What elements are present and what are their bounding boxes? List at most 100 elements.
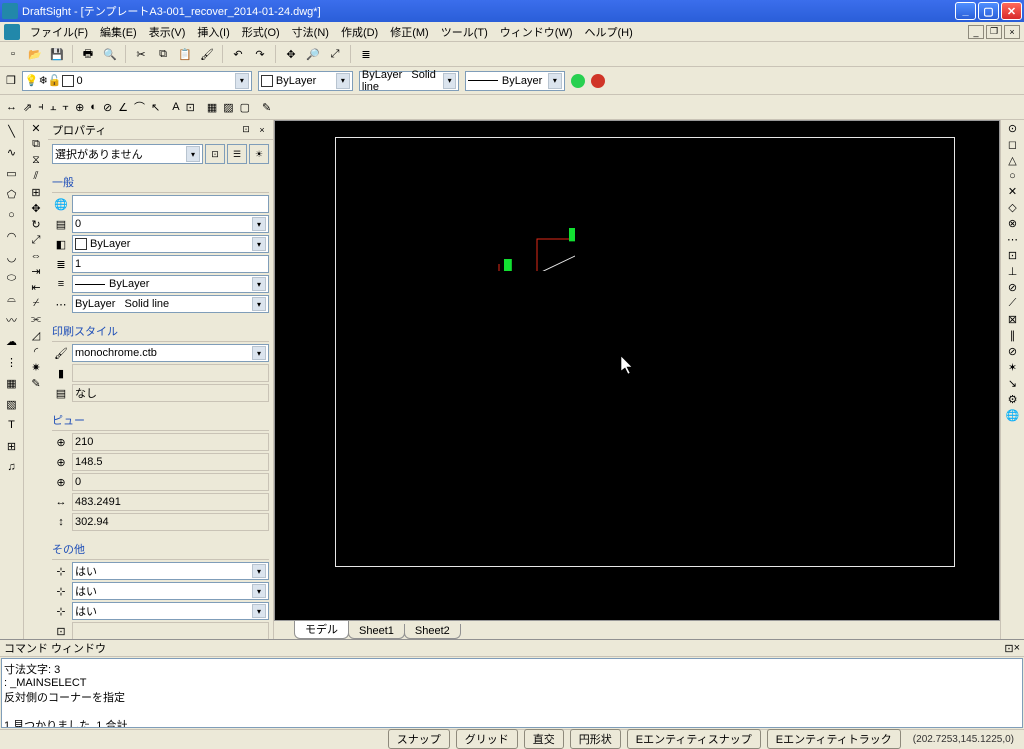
circle-button[interactable]: ○ — [3, 206, 21, 224]
none-button[interactable]: ⊘ — [1008, 345, 1017, 358]
snap-toggle[interactable]: スナップ — [388, 729, 450, 749]
text-tool-button[interactable]: T — [3, 416, 21, 434]
drawing-canvas[interactable]: Y X █ █ █ — [275, 121, 999, 620]
quickselect-button[interactable]: ⊡ — [205, 144, 225, 164]
from-button[interactable]: ↘ — [1008, 377, 1017, 390]
preview-button[interactable]: 🔍 — [101, 45, 119, 63]
zoom-fit-button[interactable]: ⤢ — [326, 45, 344, 63]
menu-help[interactable]: ヘルプ(H) — [579, 24, 639, 40]
chamfer-button[interactable]: ◿ — [32, 329, 40, 342]
polygon-button[interactable]: ⬠ — [3, 185, 21, 203]
dim-baseline-button[interactable]: ⫞ — [38, 101, 44, 114]
table-button[interactable]: ⊞ — [3, 437, 21, 455]
menu-file[interactable]: ファイル(F) — [24, 24, 94, 40]
chevron-down-icon[interactable]: ▾ — [235, 73, 249, 89]
cmdwin-pin-button[interactable]: ⊡ — [1004, 642, 1013, 655]
center2-button[interactable]: ○ — [1009, 170, 1016, 182]
block-button[interactable]: ▦ — [207, 101, 217, 114]
paste-button[interactable]: 📋 — [176, 45, 194, 63]
near-button[interactable]: ⟋ — [1009, 297, 1017, 310]
open-button[interactable]: 📂 — [26, 45, 44, 63]
edit-button[interactable]: ✎ — [31, 377, 40, 390]
track-button[interactable]: ✶ — [1008, 361, 1017, 374]
stretch-button[interactable]: ⇔ — [31, 250, 42, 262]
menu-insert[interactable]: 挿入(I) — [191, 24, 235, 40]
panel-close-button[interactable]: × — [255, 123, 269, 137]
quad-button[interactable]: ◇ — [1008, 201, 1016, 214]
mid-button[interactable]: △ — [1008, 154, 1016, 167]
menu-format[interactable]: 形式(O) — [236, 24, 286, 40]
mdi-minimize-button[interactable]: _ — [968, 25, 984, 39]
dim-linear-button[interactable]: ↔ — [6, 101, 17, 113]
explode-button[interactable]: ✷ — [31, 361, 40, 374]
dim-continue-button[interactable]: ⫠ — [50, 101, 57, 114]
other1-field[interactable]: はい▾ — [72, 562, 269, 580]
cmdwin-close-button[interactable]: × — [1014, 642, 1020, 654]
command-history[interactable]: 寸法文字: 3 : _MAINSELECT 反対側のコーナーを指定 1 見つかり… — [1, 658, 1023, 728]
move-button[interactable]: ✥ — [31, 202, 40, 215]
dim-angular-button[interactable]: ∠ — [118, 101, 128, 114]
menu-dimension[interactable]: 寸法(N) — [286, 24, 335, 40]
color-combo[interactable]: ByLayer ▾ — [258, 71, 353, 91]
chevron-down-icon[interactable]: ▾ — [186, 146, 200, 162]
perp-button[interactable]: ⊥ — [1008, 265, 1018, 278]
copy-button[interactable]: ⧉ — [154, 45, 172, 63]
rectangle-button[interactable]: ▭ — [3, 164, 21, 182]
layer-manager-button[interactable]: ❒ — [6, 74, 16, 87]
menu-view[interactable]: 表示(V) — [143, 24, 192, 40]
ellipse-button[interactable]: ⬭ — [3, 269, 21, 287]
extend-button[interactable]: ⇤ — [31, 281, 40, 294]
hyperlink-field[interactable] — [72, 195, 269, 213]
hatch-fill-button[interactable]: ▦ — [3, 374, 21, 392]
wipeout-button[interactable]: ▢ — [240, 101, 250, 114]
panel-pin-button[interactable]: ⊡ — [239, 123, 253, 137]
print-button[interactable]: 🖶 — [79, 45, 97, 63]
text-button[interactable]: A — [172, 101, 179, 113]
printstyle-field[interactable]: monochrome.ctb▾ — [72, 344, 269, 362]
point-button[interactable]: ⋮ — [3, 353, 21, 371]
trim-button[interactable]: ⇥ — [31, 265, 40, 278]
arc3pt-button[interactable]: ◡ — [3, 248, 21, 266]
highlight-button[interactable]: ✎ — [262, 101, 271, 114]
ellipsearc-button[interactable]: ⌓ — [3, 290, 21, 308]
rotate-button[interactable]: ↻ — [31, 218, 40, 231]
zoom-button[interactable]: 🔎 — [304, 45, 322, 63]
color-field[interactable]: ByLayer▾ — [72, 235, 269, 253]
note-button[interactable]: ♫ — [3, 458, 21, 476]
window-minimize-button[interactable]: _ — [955, 2, 976, 20]
chevron-down-icon[interactable]: ▾ — [548, 73, 562, 89]
other3-field[interactable]: はい▾ — [72, 602, 269, 620]
other2-field[interactable]: はい▾ — [72, 582, 269, 600]
dim-diameter-button[interactable]: ⊘ — [103, 101, 112, 114]
layer-field[interactable]: 0▾ — [72, 215, 269, 233]
par-button[interactable]: ∥ — [1010, 329, 1016, 342]
offset-button[interactable]: ⫽ — [34, 170, 39, 183]
esnap-button[interactable]: ⊙ — [1008, 122, 1017, 135]
copy2-button[interactable]: ⧉ — [32, 138, 40, 151]
menu-tools[interactable]: ツール(T) — [435, 24, 494, 40]
dim-radius-button[interactable]: ◐ — [90, 101, 97, 113]
spline-button[interactable]: 〰 — [3, 311, 21, 329]
scale-field[interactable]: 1 — [72, 255, 269, 273]
settings-button[interactable]: ⚙ — [1008, 393, 1018, 406]
mirror-button[interactable]: ⧖ — [32, 154, 40, 167]
tab-sheet1[interactable]: Sheet1 — [348, 624, 405, 639]
int-button[interactable]: ⊗ — [1008, 217, 1017, 230]
menu-modify[interactable]: 修正(M) — [384, 24, 435, 40]
break-button[interactable]: ⌿ — [33, 297, 40, 310]
region-button[interactable]: ▧ — [3, 395, 21, 413]
ortho-toggle[interactable]: 直交 — [524, 729, 564, 749]
array-button[interactable]: ⊞ — [31, 186, 40, 199]
dim-leader-button[interactable]: ↖ — [151, 101, 160, 114]
menu-window[interactable]: ウィンドウ(W) — [494, 24, 579, 40]
erase-button[interactable]: ✕ — [31, 122, 40, 135]
dim-arc-button[interactable]: ⌒ — [134, 99, 145, 115]
tab-sheet2[interactable]: Sheet2 — [404, 624, 461, 639]
lineweight-combo[interactable]: ByLayer ▾ — [465, 71, 565, 91]
layer-combo[interactable]: 💡 ❄ 🔓 0 ▾ — [22, 71, 252, 91]
properties-button[interactable]: ≣ — [357, 45, 375, 63]
pickadd-button[interactable]: ☰ — [227, 144, 247, 164]
pan-button[interactable]: ✥ — [282, 45, 300, 63]
chevron-down-icon[interactable]: ▾ — [443, 73, 455, 89]
line-button[interactable]: ╲ — [3, 122, 21, 140]
